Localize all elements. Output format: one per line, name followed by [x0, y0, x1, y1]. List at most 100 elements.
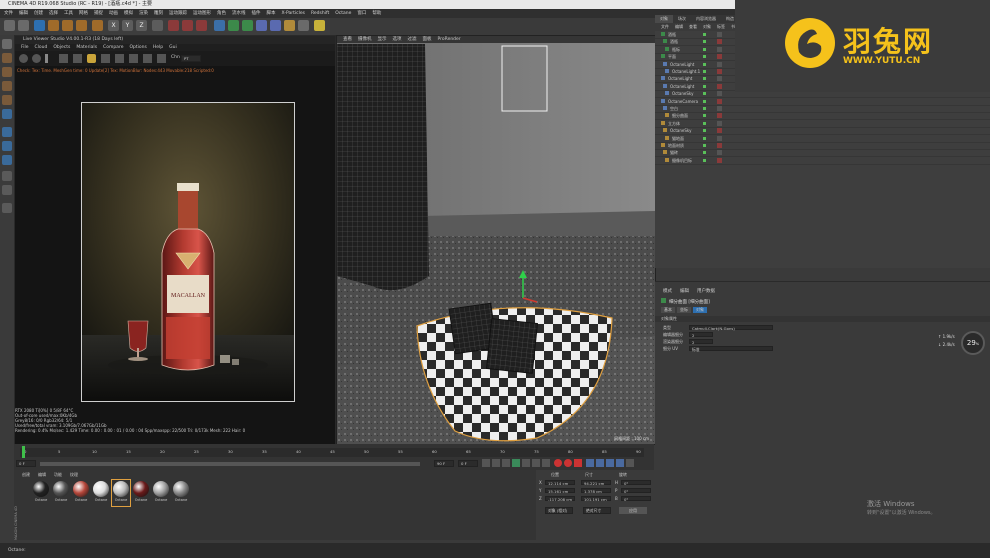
go-to-start-icon[interactable] [482, 459, 490, 467]
cube-icon[interactable] [214, 20, 225, 31]
make-editable-icon[interactable] [2, 39, 12, 49]
coord-rotation-field[interactable]: 0° [621, 480, 651, 486]
timeline-menu-icon[interactable] [626, 459, 634, 467]
attributes-tab[interactable]: 对象 [693, 307, 707, 313]
visibility-check-icon[interactable] [703, 62, 706, 66]
send-scene-icon[interactable] [19, 54, 28, 63]
paint-icon[interactable] [2, 185, 12, 195]
main-menu-item[interactable]: 帮助 [372, 11, 381, 16]
light-icon[interactable] [314, 20, 325, 31]
render-settings-icon[interactable] [196, 20, 207, 31]
apply-button[interactable]: 应用 [619, 507, 647, 514]
main-menu-item[interactable]: 渲染 [139, 11, 148, 16]
material-menu-item[interactable]: 编辑 [38, 472, 46, 477]
play-icon[interactable] [512, 459, 520, 467]
main-menu-item[interactable]: 脚本 [267, 11, 276, 16]
reload-icon[interactable] [32, 54, 41, 63]
visibility-check-icon[interactable] [703, 129, 706, 133]
region-icon[interactable] [73, 54, 82, 63]
live-viewer-menu-item[interactable]: Cloud [35, 45, 48, 50]
model-mode-icon[interactable] [2, 109, 12, 119]
key-rotation-icon[interactable] [596, 459, 604, 467]
visibility-check-icon[interactable] [703, 84, 706, 88]
viewport-menu-item[interactable]: 查看 [343, 37, 352, 42]
key-scale-icon[interactable] [606, 459, 614, 467]
object-tag-icon[interactable] [717, 157, 722, 163]
keyframe-selection-icon[interactable] [574, 459, 582, 467]
y-axis-icon[interactable]: Y [122, 20, 133, 31]
viewport-menu-item[interactable]: ProRender [438, 37, 461, 42]
move-tool-icon[interactable] [48, 20, 59, 31]
viewport-menu-item[interactable]: 选项 [393, 37, 402, 42]
main-menu-item[interactable]: 插件 [252, 11, 261, 16]
record-icon[interactable] [554, 459, 562, 467]
material-item[interactable]: Octane [132, 480, 150, 506]
focus-pick-icon[interactable] [129, 54, 138, 63]
white-balance-icon[interactable] [143, 54, 152, 63]
cube-2[interactable] [485, 318, 539, 374]
timeline[interactable]: 0 5 10 15 20 25 30 35 40 45 50 55 60 65 70 75 80 85 90 0 F… [14, 444, 654, 470]
timeline-end-field[interactable]: 90 F [434, 460, 454, 467]
array-icon[interactable] [256, 20, 267, 31]
object-manager-tab[interactable]: 内容浏览器 [691, 15, 721, 23]
attribute-value[interactable]: Catmull-Clark(N-Gons) [689, 325, 773, 331]
render-picture-viewer-icon[interactable] [182, 20, 193, 31]
main-menu-item[interactable]: 雕刻 [154, 11, 163, 16]
main-menu-item[interactable]: 流水线 [232, 11, 246, 16]
material-menu-item[interactable]: 创建 [22, 472, 30, 477]
coord-system-icon[interactable] [152, 20, 163, 31]
key-param-icon[interactable] [616, 459, 624, 467]
deformer-icon[interactable] [270, 20, 281, 31]
main-menu-item[interactable]: 选择 [49, 11, 58, 16]
material-item[interactable]: Octane [152, 480, 170, 506]
solo-icon[interactable] [2, 203, 12, 213]
visibility-check-icon[interactable] [703, 151, 706, 155]
object-tag-icon[interactable] [717, 69, 722, 74]
material-menu-item[interactable]: 功能 [54, 472, 62, 477]
object-manager-menu-item[interactable]: 标签 [717, 24, 725, 29]
material-item[interactable]: Octane [32, 480, 50, 506]
camera-icon[interactable] [298, 20, 309, 31]
live-viewer-menu-item[interactable]: Compare [103, 45, 123, 50]
attributes-menu-item[interactable]: 用户数据 [697, 289, 715, 294]
main-menu-item[interactable]: 运动图形 [193, 11, 211, 16]
material-item[interactable]: Octane [52, 480, 70, 506]
chn-select[interactable]: PT [181, 55, 201, 62]
auto-key-icon[interactable] [564, 459, 572, 467]
visibility-check-icon[interactable] [703, 99, 706, 103]
clay-mode-icon[interactable] [157, 54, 166, 63]
prev-frame-icon[interactable] [502, 459, 510, 467]
object-tag-icon[interactable] [717, 54, 722, 60]
material-item[interactable]: Octane [172, 480, 190, 506]
pause-icon[interactable] [45, 54, 48, 63]
timeline-range-slider[interactable] [40, 462, 420, 466]
visibility-check-icon[interactable] [703, 136, 706, 140]
recent-tool-icon[interactable] [92, 20, 103, 31]
main-menu-item[interactable]: 文件 [4, 11, 13, 16]
settings-icon[interactable] [101, 54, 110, 63]
main-menu-item[interactable]: 编辑 [19, 11, 28, 16]
bottle-mesh[interactable] [337, 44, 429, 291]
floor-icon[interactable] [284, 20, 295, 31]
object-tag-icon[interactable] [717, 76, 722, 82]
coord-position-field[interactable]: -117.208 cm [545, 496, 575, 502]
live-viewer-menu-item[interactable]: File [21, 45, 29, 50]
object-manager-menu-item[interactable]: 文件 [661, 24, 669, 29]
object-tag-icon[interactable] [717, 39, 722, 45]
stop-icon[interactable] [59, 54, 68, 63]
object-row[interactable]: 摄像机目标 [655, 157, 990, 165]
timeline-current-field[interactable]: 0 F [458, 460, 478, 467]
main-menu-item[interactable]: 捕捉 [94, 11, 103, 16]
live-viewer-menu-item[interactable]: Help [153, 45, 163, 50]
timeline-start-field[interactable]: 0 F [16, 460, 36, 467]
lock-workplane-icon[interactable] [2, 155, 12, 165]
visibility-check-icon[interactable] [703, 121, 706, 125]
coord-position-field[interactable]: 15.161 cm [545, 488, 575, 494]
coord-mode-select[interactable]: 对象 (相对) [545, 507, 573, 514]
rotate-tool-icon[interactable] [76, 20, 87, 31]
key-position-icon[interactable] [586, 459, 594, 467]
coord-position-field[interactable]: 12.114 cm [545, 480, 575, 486]
object-tag-icon[interactable] [717, 143, 722, 148]
attribute-value[interactable]: 2 [689, 332, 713, 338]
perspective-viewport[interactable]: 查看 摄像机 显示 选项 过滤 面板 ProRender 网格间距 : 100 cm [336, 35, 656, 445]
